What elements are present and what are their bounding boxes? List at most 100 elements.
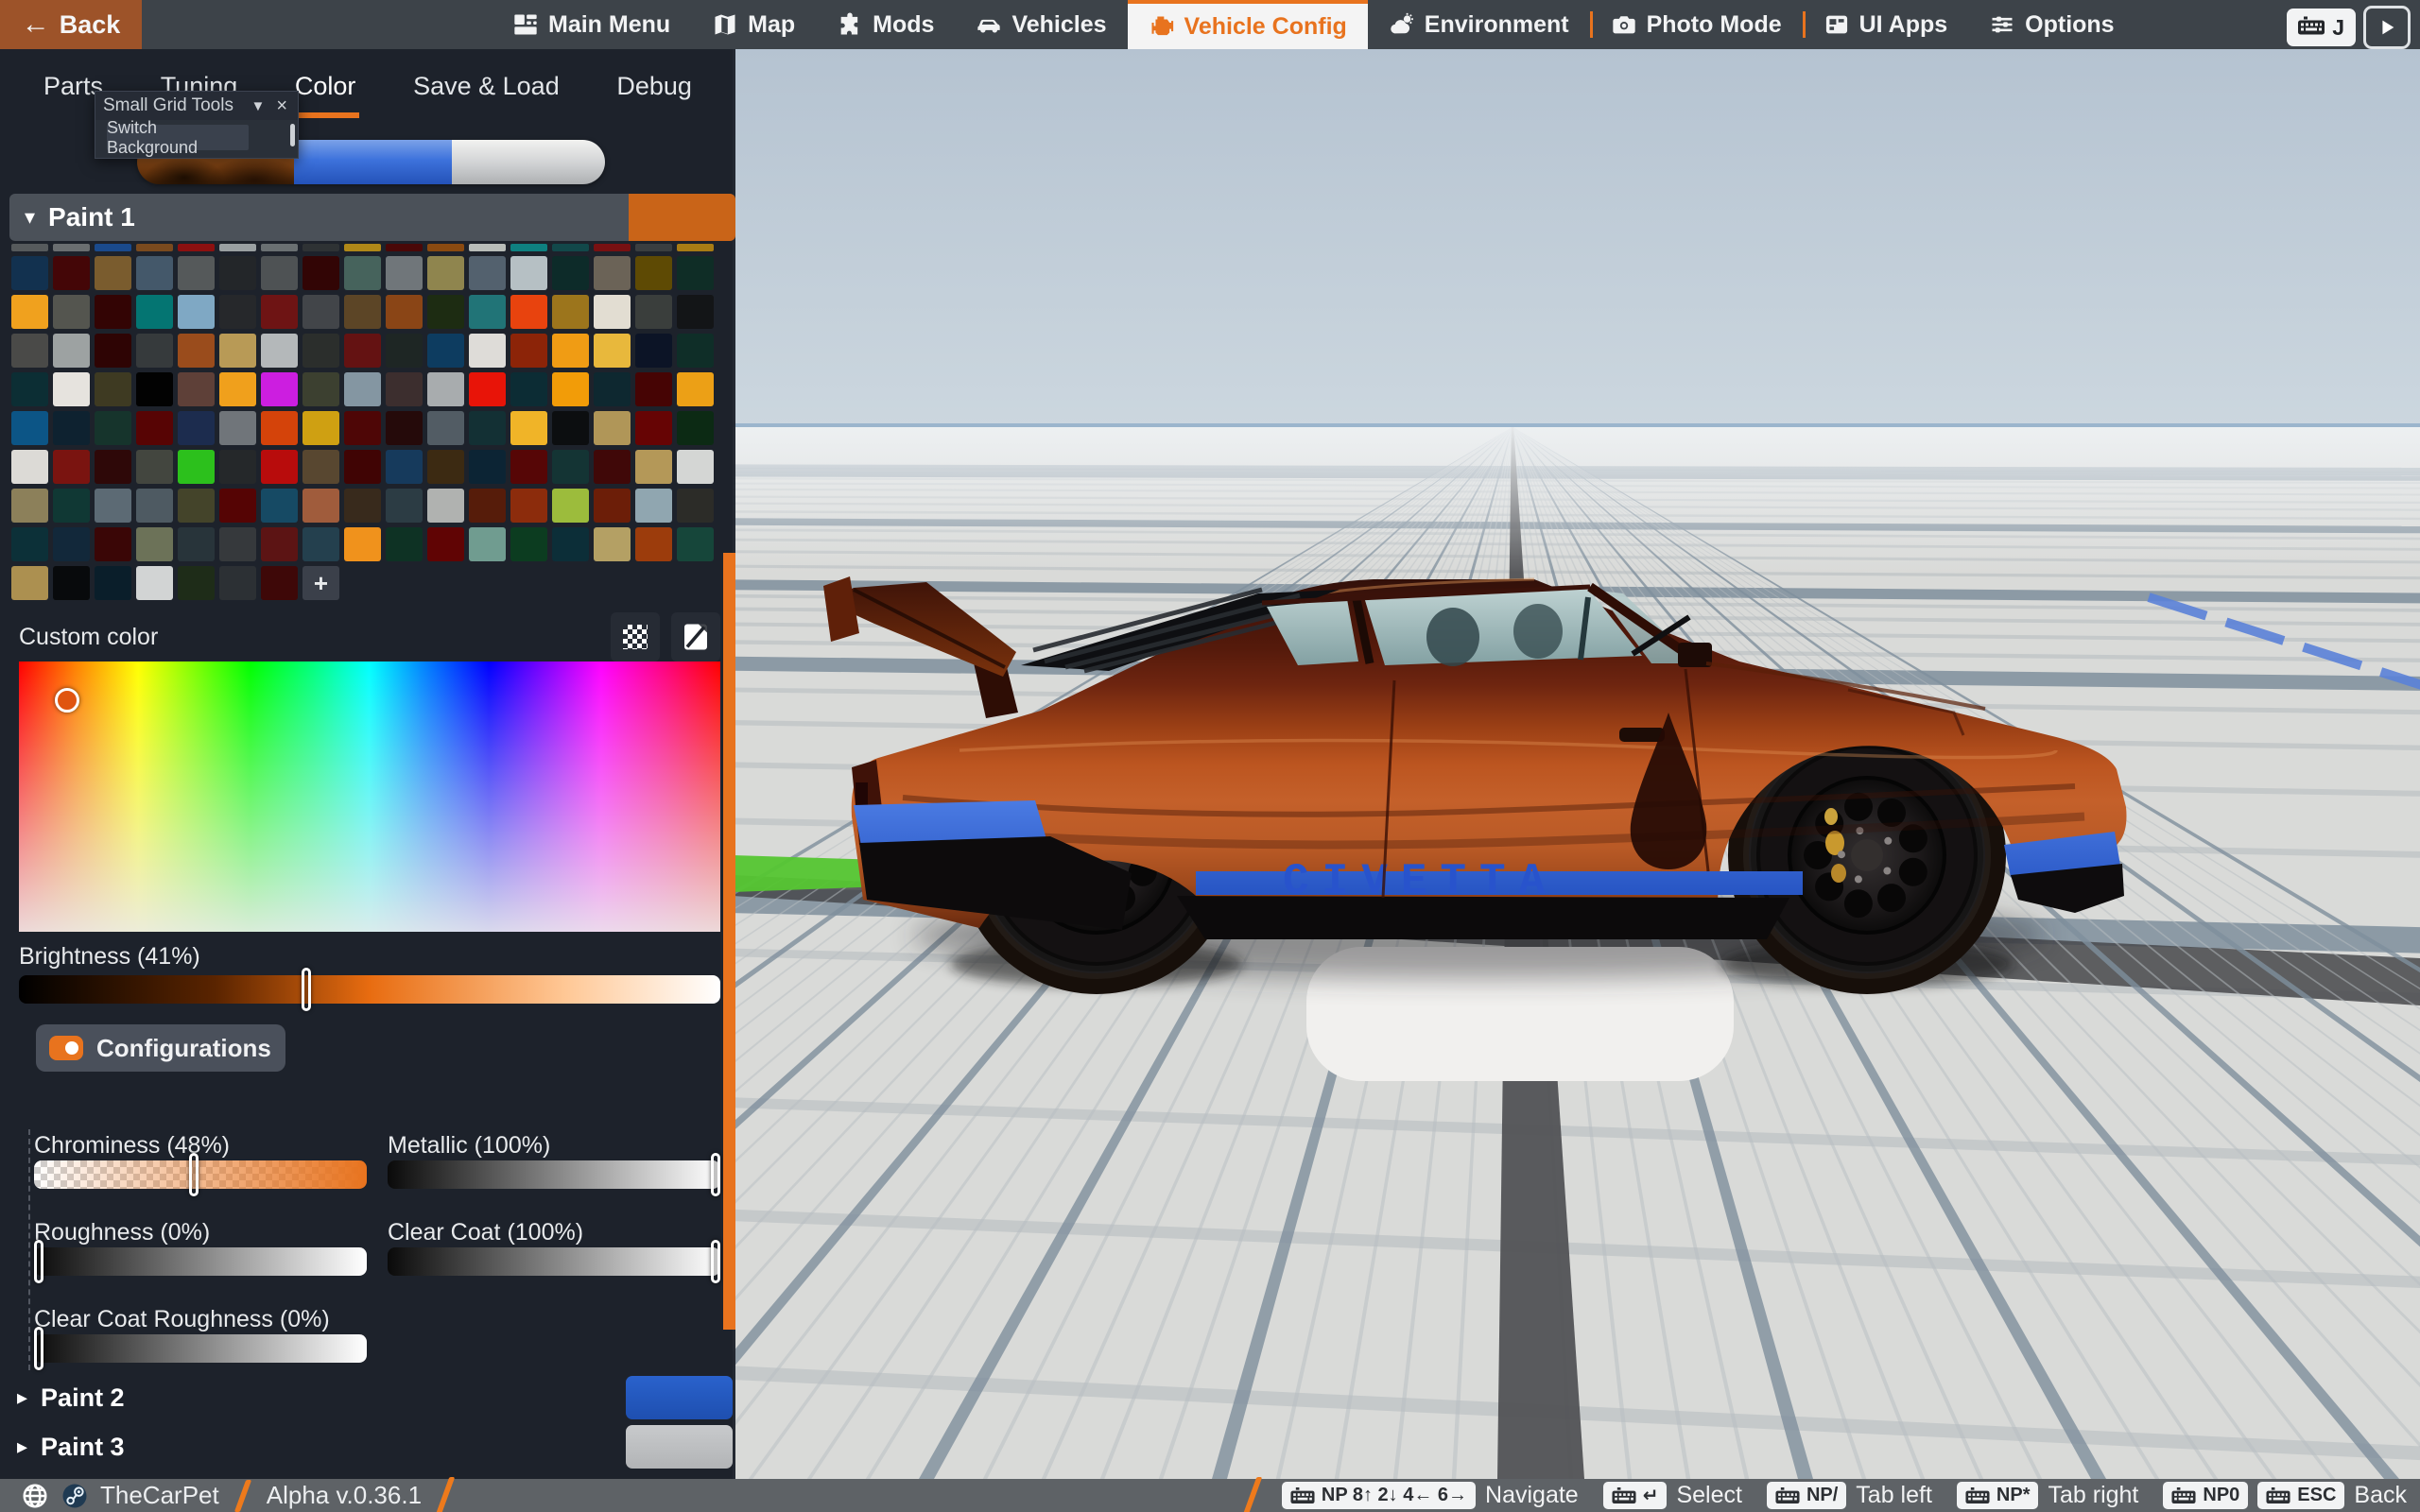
color-swatch[interactable] [594,256,631,290]
color-swatch[interactable] [510,527,547,561]
color-swatch[interactable] [344,244,381,251]
color-swatch[interactable] [219,450,256,484]
color-swatch[interactable] [219,411,256,445]
color-swatch[interactable] [386,450,423,484]
paint2-swatch[interactable] [626,1376,733,1419]
nav-item-vehicle-config[interactable]: Vehicle Config [1128,0,1368,49]
color-swatch[interactable] [386,295,423,329]
color-swatch[interactable] [219,566,256,600]
color-swatch[interactable] [677,411,714,445]
color-swatch[interactable] [469,256,506,290]
color-swatch[interactable] [95,566,131,600]
color-swatch[interactable] [469,527,506,561]
color-swatch[interactable] [594,372,631,406]
color-swatch[interactable] [635,334,672,368]
roughness-slider[interactable] [34,1247,367,1276]
color-swatch[interactable] [510,450,547,484]
color-swatch[interactable] [53,244,90,251]
color-swatch[interactable] [11,527,48,561]
color-swatch[interactable] [427,411,464,445]
switch-background-button[interactable]: Switch Background [107,125,249,150]
slider-handle[interactable] [34,1240,43,1283]
color-swatch[interactable] [552,372,589,406]
nav-item-vehicles[interactable]: Vehicles [955,0,1127,49]
tab-color[interactable]: Color [291,66,360,118]
color-swatch[interactable] [344,295,381,329]
color-swatch[interactable] [11,489,48,523]
color-picker-marker[interactable] [55,688,79,713]
color-swatch[interactable] [344,450,381,484]
color-swatch[interactable] [427,334,464,368]
color-swatch[interactable] [261,527,298,561]
color-swatch[interactable] [53,372,90,406]
brightness-handle[interactable] [302,968,311,1011]
hue-saturation-picker[interactable] [19,662,720,932]
color-swatch[interactable] [95,295,131,329]
color-swatch[interactable] [344,256,381,290]
slider-handle[interactable] [711,1240,720,1283]
paint3-row[interactable]: ▸ Paint 3 [0,1425,735,1469]
color-swatch[interactable] [552,411,589,445]
color-swatch[interactable] [261,334,298,368]
color-swatch[interactable] [344,489,381,523]
nav-item-environment[interactable]: Environment [1368,0,1590,49]
color-swatch[interactable] [677,450,714,484]
configurations-button[interactable]: Configurations [36,1024,285,1072]
color-swatch[interactable] [53,566,90,600]
clear-coat-roughness-slider[interactable] [34,1334,367,1363]
color-swatch[interactable] [95,527,131,561]
color-swatch[interactable] [302,372,339,406]
color-swatch[interactable] [136,527,173,561]
color-swatch[interactable] [635,244,672,251]
paint1-header[interactable]: ▾ Paint 1 [9,194,735,241]
color-swatch[interactable] [53,334,90,368]
color-swatch[interactable] [594,334,631,368]
color-swatch[interactable] [95,489,131,523]
color-swatch[interactable] [552,295,589,329]
chrominess-slider[interactable] [34,1160,367,1189]
color-swatch[interactable] [178,372,215,406]
color-swatch[interactable] [677,489,714,523]
color-swatch[interactable] [427,527,464,561]
color-swatch[interactable] [427,244,464,251]
color-swatch[interactable] [552,256,589,290]
color-swatch[interactable] [261,295,298,329]
color-swatch[interactable] [594,411,631,445]
viewport-3d[interactable]: CIVETTA [733,49,2420,1479]
color-swatch[interactable] [635,450,672,484]
color-swatch[interactable] [178,411,215,445]
color-swatch[interactable] [469,295,506,329]
color-swatch[interactable] [635,411,672,445]
color-swatch[interactable] [427,256,464,290]
color-swatch[interactable] [469,244,506,251]
color-swatch[interactable] [510,411,547,445]
nav-item-ui-apps[interactable]: UI Apps [1803,0,1969,49]
color-swatch[interactable] [11,411,48,445]
color-swatch[interactable] [677,334,714,368]
color-swatch[interactable] [178,489,215,523]
color-swatch[interactable] [53,450,90,484]
color-swatch[interactable] [427,372,464,406]
color-swatch[interactable] [136,372,173,406]
color-swatch[interactable] [178,295,215,329]
color-swatch[interactable] [11,450,48,484]
color-swatch[interactable] [219,334,256,368]
color-swatch[interactable] [469,489,506,523]
color-swatch[interactable] [136,334,173,368]
paint2-preview[interactable] [294,140,452,184]
color-swatch[interactable] [344,411,381,445]
color-swatch[interactable] [302,334,339,368]
color-swatch[interactable] [635,489,672,523]
color-swatch[interactable] [11,256,48,290]
color-swatch[interactable] [136,244,173,251]
color-swatch[interactable] [594,527,631,561]
color-swatch[interactable] [427,295,464,329]
color-swatch[interactable] [136,489,173,523]
color-swatch[interactable] [386,244,423,251]
color-swatch[interactable] [635,372,672,406]
paint3-preview[interactable] [452,140,605,184]
color-swatch[interactable] [386,489,423,523]
color-swatch[interactable] [178,450,215,484]
tab-save-load[interactable]: Save & Load [409,66,563,118]
color-swatch[interactable] [552,244,589,251]
